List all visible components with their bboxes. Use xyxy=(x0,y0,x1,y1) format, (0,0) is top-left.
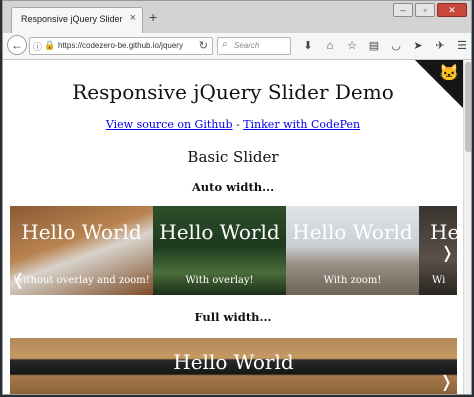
section-title: Basic Slider xyxy=(187,148,279,166)
bookmark-star-icon[interactable]: ☆ xyxy=(341,36,363,56)
send-icon[interactable]: ➤ xyxy=(407,36,429,56)
home-icon[interactable]: ⌂ xyxy=(319,36,341,56)
next-arrow-icon[interactable]: ❭ xyxy=(440,372,453,392)
reload-icon[interactable]: ↻ xyxy=(199,39,208,52)
window-controls: – ▫ ✕ xyxy=(393,3,467,17)
browser-tab[interactable]: Responsive jQuery Slider × xyxy=(11,7,143,33)
url-bar[interactable]: ⓘ 🔒 https://codezero-be.github.io/jquery… xyxy=(29,37,213,55)
search-icon: ⌕ xyxy=(222,39,228,50)
codepen-link[interactable]: Tinker with CodePen xyxy=(243,118,360,131)
slide-2[interactable]: Hello World With overlay! xyxy=(153,206,286,295)
search-placeholder: Search xyxy=(234,41,260,50)
download-icon[interactable]: ⬇ xyxy=(297,36,319,56)
search-bar[interactable]: ⌕ Search xyxy=(217,37,291,55)
page-links: View source on Github - Tinker with Code… xyxy=(3,118,463,131)
url-text[interactable]: https://codezero-be.github.io/jquery xyxy=(58,41,190,50)
next-arrow-icon[interactable]: ❭ xyxy=(441,243,454,263)
slide-title: Hello World xyxy=(21,220,142,244)
info-icon[interactable]: ⓘ xyxy=(33,40,42,53)
slide-caption: With zoom! xyxy=(323,275,382,286)
browser-window: Responsive jQuery Slider × + – ▫ ✕ ← ⓘ 🔒… xyxy=(2,0,472,395)
library-icon[interactable]: ▤ xyxy=(363,36,385,56)
slide-caption: Wi xyxy=(432,275,446,286)
slide-title: Hello World xyxy=(173,350,294,374)
new-tab-button[interactable]: + xyxy=(149,9,157,25)
slide-1[interactable]: Hello World xyxy=(10,338,457,394)
slide-title: Hello World xyxy=(159,220,280,244)
github-link[interactable]: View source on Github xyxy=(106,118,233,131)
pocket-icon[interactable]: ◡ xyxy=(385,36,407,56)
tab-close-icon[interactable]: × xyxy=(130,12,136,24)
extension-icon[interactable]: ✈ xyxy=(429,36,451,56)
minimize-button[interactable]: – xyxy=(393,3,413,17)
menu-icon[interactable]: ☰ xyxy=(451,36,471,56)
slide-1[interactable]: Hello World Without overlay and zoom! xyxy=(10,206,153,295)
slide-title: He xyxy=(430,220,457,244)
auto-width-slider: Hello World Without overlay and zoom! He… xyxy=(10,206,457,295)
slide-3[interactable]: Hello World With zoom! xyxy=(286,206,419,295)
page-content: 🐱 Responsive jQuery Slider Demo View sou… xyxy=(3,60,463,394)
tab-title: Responsive jQuery Slider xyxy=(21,14,123,24)
full-width-heading: Full width... xyxy=(194,310,272,324)
page-title: Responsive jQuery Slider Demo xyxy=(72,80,394,104)
slide-caption: Without overlay and zoom! xyxy=(13,275,150,286)
slide-title: Hello World xyxy=(292,220,413,244)
slide-caption: With overlay! xyxy=(185,275,254,286)
prev-arrow-icon[interactable]: ❬ xyxy=(12,270,25,290)
maximize-button[interactable]: ▫ xyxy=(415,3,435,17)
link-separator: - xyxy=(232,118,244,131)
tab-strip: Responsive jQuery Slider × + – ▫ ✕ xyxy=(3,1,471,33)
scrollbar-thumb[interactable] xyxy=(465,62,471,152)
page-scrollbar[interactable] xyxy=(463,60,471,394)
auto-width-heading: Auto width... xyxy=(191,180,275,194)
lock-icon: 🔒 xyxy=(44,40,56,50)
back-button[interactable]: ← xyxy=(7,35,27,55)
close-window-button[interactable]: ✕ xyxy=(437,3,467,17)
full-width-slider: Hello World ❭ xyxy=(10,338,457,394)
toolbar-icons: ⬇ ⌂ ☆ ▤ ◡ ➤ ✈ ☰ xyxy=(297,36,471,56)
nav-bar: ← ⓘ 🔒 https://codezero-be.github.io/jque… xyxy=(3,33,471,60)
